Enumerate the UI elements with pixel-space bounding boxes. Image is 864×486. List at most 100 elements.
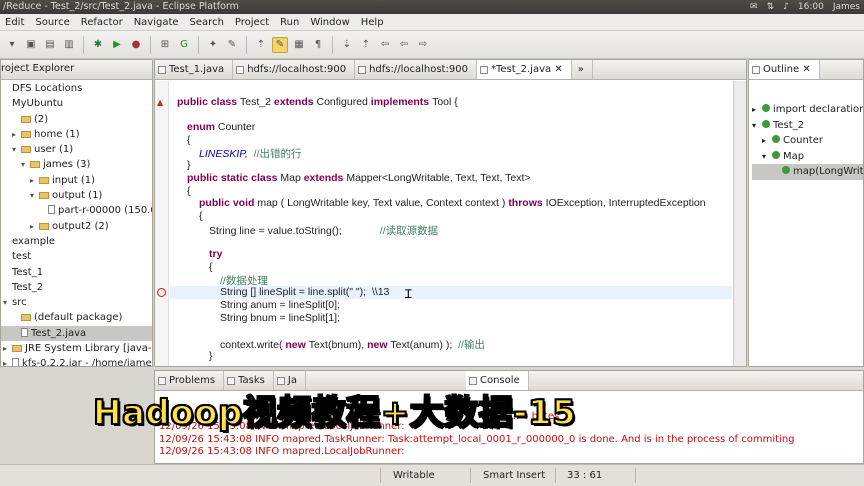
- toolbar-separator: [332, 35, 333, 54]
- tree-item[interactable]: Test_1: [1, 265, 152, 280]
- user-name[interactable]: James: [833, 2, 860, 12]
- tree-item-label: output (1): [52, 190, 103, 202]
- chevron-down-icon[interactable]: ▾: [762, 149, 772, 165]
- run-icon[interactable]: ▶: [109, 37, 125, 53]
- open-type-icon[interactable]: ✦: [205, 37, 221, 53]
- chevron-right-icon[interactable]: ▸: [30, 173, 39, 188]
- element-icon: [772, 135, 780, 143]
- editor-scrollbar[interactable]: [733, 81, 746, 366]
- save-all-icon[interactable]: ▤: [42, 37, 58, 53]
- debug-icon[interactable]: ✱: [90, 37, 106, 53]
- menu-window[interactable]: Window: [310, 17, 349, 28]
- next-annotation-icon[interactable]: ⇣: [339, 37, 355, 53]
- prev-annotation-icon[interactable]: ⇡: [358, 37, 374, 53]
- tree-item[interactable]: ▸ input (1): [1, 173, 152, 188]
- show-whitespace-icon[interactable]: ¶: [310, 37, 326, 53]
- external-tools-icon[interactable]: ●: [128, 37, 144, 53]
- save-icon[interactable]: ▣: [23, 37, 39, 53]
- tree-item-label: input (1): [52, 174, 96, 186]
- search-icon[interactable]: ✎: [224, 37, 240, 53]
- tree-item[interactable]: ▸ output2 (2): [1, 219, 152, 234]
- annotation-icon[interactable]: ⇡: [253, 37, 269, 53]
- menu-refactor[interactable]: Refactor: [81, 17, 123, 28]
- text-cursor-icon: Ɪ: [405, 287, 412, 301]
- tree-item[interactable]: (default package): [1, 310, 152, 325]
- problems-icon: [158, 377, 166, 385]
- chevron-down-icon[interactable]: ▾: [3, 295, 12, 310]
- mark-occurrences-icon[interactable]: ✎: [272, 36, 288, 53]
- tree-item-label: (default package): [34, 312, 123, 324]
- tree-item[interactable]: test: [1, 249, 152, 264]
- outline-item[interactable]: ▾ Map: [752, 149, 863, 165]
- folder-icon: [21, 314, 31, 322]
- forward-icon[interactable]: ⇨: [415, 37, 431, 53]
- outline-item[interactable]: ▾ Test_2: [752, 118, 863, 134]
- project-explorer-title[interactable]: roject Explorer: [1, 63, 74, 74]
- code-editor-panel: Test_1.java hdfs://localhost:900 hdfs://…: [154, 59, 747, 367]
- close-icon[interactable]: ✕: [554, 64, 562, 75]
- tree-item[interactable]: ▸ home (1): [1, 127, 152, 142]
- tree-item[interactable]: ▾ user (1): [1, 142, 152, 157]
- network-icon[interactable]: ⇅: [767, 2, 775, 12]
- tree-item[interactable]: ▾ output (1): [1, 188, 152, 203]
- tab-hdfs-1[interactable]: hdfs://localhost:900: [233, 60, 356, 79]
- mail-icon[interactable]: ✉: [750, 2, 758, 12]
- menu-bar: Edit Source Refactor Navigate Search Pro…: [0, 14, 864, 31]
- tab-outline[interactable]: Outline ✕: [749, 60, 820, 79]
- element-icon: [762, 104, 770, 112]
- tree-item[interactable]: ▸ kfs-0.2.2.jar - /home/james/h: [1, 356, 152, 366]
- file-icon: [48, 205, 55, 215]
- new-icon[interactable]: ▾: [4, 37, 20, 53]
- tab-test1-java[interactable]: Test_1.java: [155, 60, 234, 79]
- chevron-right-icon[interactable]: ▸: [12, 127, 21, 142]
- chevron-down-icon[interactable]: ▾: [752, 118, 762, 134]
- tree-item-label: src: [12, 297, 27, 309]
- outline-item-label: import declarations: [773, 104, 864, 115]
- chevron-down-icon[interactable]: ▾: [21, 157, 30, 172]
- print-icon[interactable]: ▥: [61, 37, 77, 53]
- chevron-right-icon[interactable]: ▸: [30, 219, 39, 234]
- chevron-right-icon[interactable]: ▸: [762, 133, 772, 149]
- chevron-down-icon[interactable]: ▾: [12, 142, 21, 157]
- new-class-icon[interactable]: G: [176, 37, 192, 53]
- last-edit-icon[interactable]: ⇦: [377, 37, 393, 53]
- menu-help[interactable]: Help: [361, 17, 384, 28]
- tab-hdfs-2[interactable]: hdfs://localhost:900: [355, 60, 477, 79]
- tree-item[interactable]: part-r-00000 (150.0 b: [1, 203, 152, 218]
- tree-item[interactable]: example: [1, 234, 152, 249]
- tab-overflow[interactable]: »: [572, 60, 593, 79]
- file-icon: [236, 66, 245, 74]
- status-divider: [470, 468, 471, 483]
- tree-item[interactable]: ▾ james (3): [1, 157, 152, 172]
- outline-item[interactable]: ▸ import declarations: [752, 102, 864, 118]
- outline-item[interactable]: map(LongWritable: [752, 164, 863, 180]
- tree-item[interactable]: DFS Locations: [1, 81, 152, 96]
- tree-item[interactable]: Test_2.java: [1, 325, 152, 342]
- tree-item[interactable]: Test_2: [1, 280, 152, 295]
- volume-icon[interactable]: ♪: [783, 2, 789, 12]
- element-icon: [782, 166, 790, 174]
- block-selection-icon[interactable]: ▦: [291, 37, 307, 53]
- menu-navigate[interactable]: Navigate: [134, 17, 179, 28]
- outline-item[interactable]: ▸ Counter: [752, 133, 863, 149]
- folder-icon: [12, 345, 22, 353]
- chevron-down-icon[interactable]: ▾: [30, 188, 39, 203]
- tree-item[interactable]: ▾ src: [1, 295, 152, 310]
- menu-source[interactable]: Source: [35, 17, 69, 28]
- menu-search[interactable]: Search: [190, 17, 224, 28]
- chevron-right-icon[interactable]: ▸: [3, 356, 12, 366]
- menu-project[interactable]: Project: [235, 17, 269, 28]
- close-icon[interactable]: ✕: [802, 64, 810, 75]
- main-toolbar: ▾ ▣ ▤ ▥ ✱ ▶ ● ⊞ G ✦ ✎ ⇡ ✎ ▦ ¶ ⇣ ⇡ ⇦ ⇦ ⇨: [0, 31, 864, 59]
- menu-edit[interactable]: Edit: [5, 17, 24, 28]
- tree-item[interactable]: ▸ JRE System Library [java-6-op: [1, 341, 152, 356]
- chevron-right-icon[interactable]: ▸: [3, 341, 12, 356]
- menu-run[interactable]: Run: [280, 17, 299, 28]
- error-marker-icon[interactable]: [157, 288, 166, 297]
- chevron-right-icon[interactable]: ▸: [752, 102, 762, 118]
- back-icon[interactable]: ⇦: [396, 37, 412, 53]
- tab-test2-java[interactable]: *Test_2.java ✕: [476, 60, 572, 79]
- tree-item[interactable]: MyUbuntu: [1, 96, 152, 111]
- tree-item[interactable]: (2): [1, 112, 152, 127]
- new-package-icon[interactable]: ⊞: [157, 37, 173, 53]
